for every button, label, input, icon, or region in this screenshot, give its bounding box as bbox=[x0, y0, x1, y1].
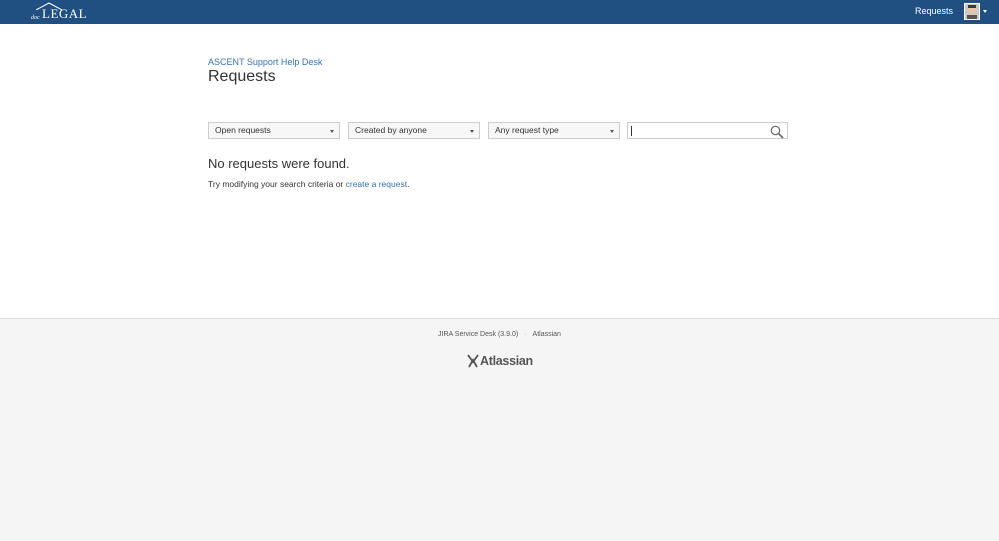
search-input[interactable] bbox=[627, 122, 788, 139]
top-navigation-bar: doc LEGAL Requests bbox=[0, 0, 999, 24]
status-filter-select[interactable]: Open requests bbox=[208, 122, 340, 139]
create-request-link[interactable]: create a request bbox=[346, 179, 407, 189]
footer-links: JIRA Service Desk (3.9.0) · Atlassian bbox=[0, 331, 999, 338]
status-filter-value: Open requests bbox=[215, 125, 271, 135]
footer-product-link[interactable]: JIRA Service Desk (3.9.0) bbox=[438, 331, 518, 338]
empty-state-title: No requests were found. bbox=[208, 156, 350, 171]
page-title: Requests bbox=[208, 68, 276, 85]
empty-state-prefix: Try modifying your search criteria or bbox=[208, 179, 346, 189]
request-type-filter-select[interactable]: Any request type bbox=[488, 122, 620, 139]
atlassian-logo-icon bbox=[467, 354, 479, 368]
chevron-down-icon bbox=[610, 130, 614, 133]
avatar-face-icon bbox=[965, 4, 979, 19]
atlassian-logo-text: Atlassian bbox=[480, 354, 533, 368]
logo-big-text: LEGAL bbox=[42, 6, 88, 21]
breadcrumb[interactable]: ASCENT Support Help Desk bbox=[208, 57, 322, 67]
empty-state-suffix: . bbox=[407, 179, 410, 189]
request-type-filter-value: Any request type bbox=[495, 125, 559, 135]
empty-state-text: Try modifying your search criteria or cr… bbox=[208, 179, 409, 189]
footer-divider bbox=[0, 318, 999, 319]
chevron-down-icon bbox=[470, 130, 474, 133]
atlassian-logo[interactable]: Atlassian bbox=[467, 353, 537, 371]
logo-small-text: doc bbox=[31, 15, 40, 21]
creator-filter-select[interactable]: Created by anyone bbox=[348, 122, 480, 139]
search-icon[interactable] bbox=[770, 125, 784, 139]
creator-filter-value: Created by anyone bbox=[355, 125, 427, 135]
main-content: ASCENT Support Help Desk Requests Open r… bbox=[0, 24, 999, 318]
footer-separator: · bbox=[524, 331, 527, 338]
footer-atlassian-link[interactable]: Atlassian bbox=[533, 331, 561, 338]
text-cursor bbox=[631, 126, 632, 136]
chevron-down-icon bbox=[330, 130, 334, 133]
nav-requests-link[interactable]: Requests bbox=[915, 6, 953, 16]
doclegal-logo[interactable]: doc LEGAL bbox=[29, 2, 87, 22]
user-avatar[interactable] bbox=[964, 3, 980, 20]
chevron-down-icon[interactable] bbox=[983, 10, 987, 13]
